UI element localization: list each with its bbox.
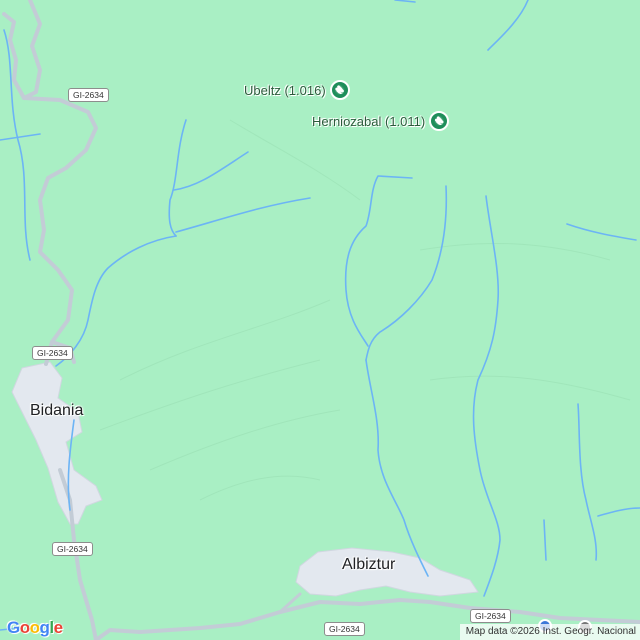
road-shield-gi2634: GI-2634: [32, 346, 73, 360]
peak-herniozabal[interactable]: Herniozabal (1.011) ♣: [312, 111, 450, 131]
terrain-lines: [99, 119, 631, 501]
bidania-town-area: [11, 361, 103, 525]
map-attribution[interactable]: Map data ©2026 Inst. Geogr. Nacional: [459, 624, 640, 640]
road-shield-gi2634: GI-2634: [470, 609, 511, 623]
town-label-bidania[interactable]: Bidania: [30, 402, 83, 420]
peak-ubeltz[interactable]: Ubeltz (1.016) ♣: [244, 80, 350, 100]
hiking-icon: ♣: [429, 111, 450, 131]
road-shield-gi2634: GI-2634: [324, 622, 365, 636]
map-canvas[interactable]: Bidania Albiztur Ubeltz (1.016) ♣ Hernio…: [0, 0, 640, 640]
town-label-albiztur[interactable]: Albiztur: [342, 556, 395, 574]
road-shield-gi2634: GI-2634: [68, 88, 109, 102]
peak-label-ubeltz: Ubeltz (1.016): [244, 82, 326, 98]
road-shield-gi2634: GI-2634: [52, 542, 93, 556]
hiking-icon: ♣: [329, 80, 350, 100]
peak-label-herniozabal: Herniozabal (1.011): [312, 113, 426, 129]
google-logo: Google: [7, 618, 63, 637]
